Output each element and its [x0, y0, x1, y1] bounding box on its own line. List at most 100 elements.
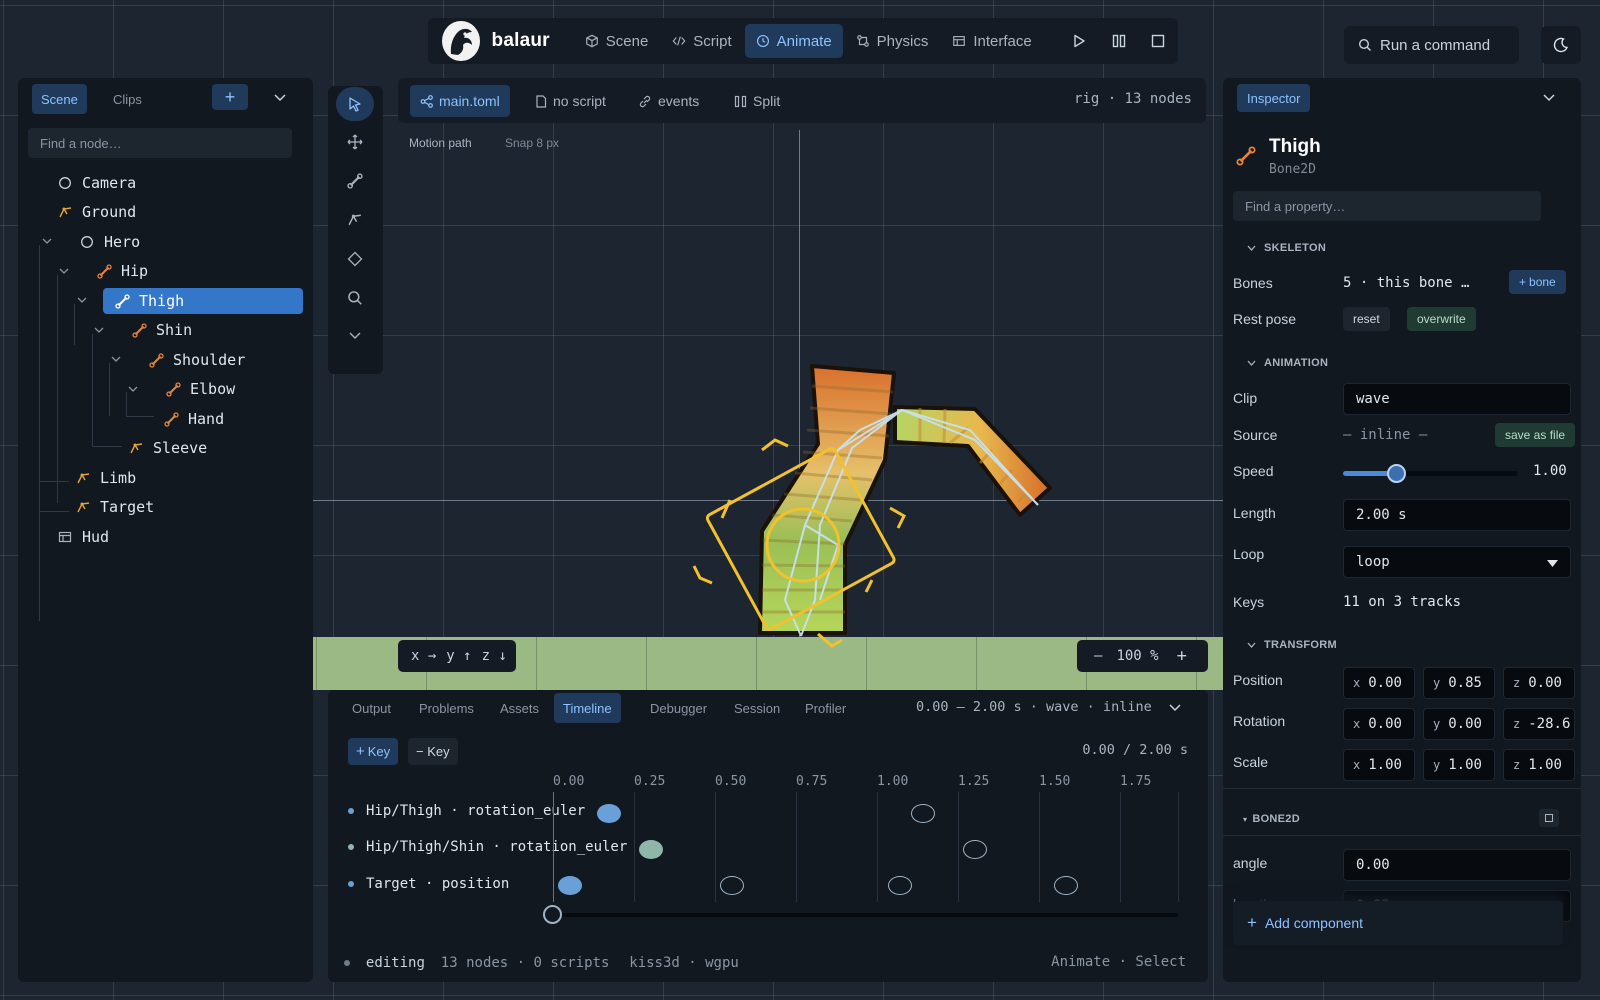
snap-setting[interactable]: Snap 8 px [505, 136, 559, 150]
component-menu-button[interactable] [1539, 809, 1559, 827]
select-tool[interactable] [336, 87, 374, 121]
track-row[interactable]: Hip/Thigh · rotation_euler [348, 803, 585, 819]
bone-tool[interactable] [336, 164, 374, 198]
tree-item-elbow[interactable]: Elbow [165, 376, 235, 402]
section-animation[interactable]: ANIMATION [1247, 357, 1328, 369]
scale-z-field[interactable]: z 1.00 [1503, 749, 1575, 781]
play-button[interactable] [1060, 24, 1099, 58]
tree-item-camera[interactable]: Camera [57, 170, 136, 196]
zoom-out-button[interactable]: – [1094, 648, 1102, 664]
scrub-track[interactable] [553, 913, 1178, 917]
tree-item-target[interactable]: Target [75, 494, 154, 520]
joint-tool[interactable] [336, 203, 374, 237]
track-row[interactable]: Hip/Thigh/Shin · rotation_euler [348, 839, 627, 855]
keyframe-marker[interactable] [720, 876, 744, 895]
keyframe-marker[interactable] [888, 876, 913, 895]
overwrite-button[interactable]: overwrite [1407, 307, 1476, 331]
tab-scene[interactable]: Scene [32, 84, 87, 114]
nav-tab-script[interactable]: Script [661, 24, 742, 58]
chevron-down-icon[interactable] [41, 235, 53, 247]
nav-tab-physics[interactable]: Physics [845, 24, 940, 58]
angle-field[interactable]: 0.00 [1343, 849, 1571, 881]
keyframe-marker[interactable] [639, 840, 663, 859]
tree-item-ground[interactable]: Ground [57, 199, 136, 225]
save-as-file-button[interactable]: save as file [1495, 423, 1576, 447]
move-tool[interactable] [336, 125, 374, 159]
position-x-field[interactable]: x 0.00 [1343, 667, 1415, 699]
position-z-field[interactable]: z 0.00 [1503, 667, 1575, 699]
chevron-down-icon[interactable] [274, 94, 286, 102]
section-skeleton[interactable]: SKELETON [1247, 242, 1326, 254]
zoom-in-button[interactable]: + [1177, 646, 1187, 666]
stop-button[interactable] [1139, 24, 1178, 58]
node-search-input[interactable]: Find a node… [28, 128, 292, 158]
keyframe-tool[interactable] [336, 242, 374, 276]
theme-toggle[interactable] [1541, 26, 1581, 64]
tree-item-hip[interactable]: Hip [96, 258, 148, 284]
tab-session[interactable]: Session [725, 693, 789, 723]
tree-item-thigh[interactable]: Thigh [103, 288, 303, 314]
section-transform[interactable]: TRANSFORM [1247, 639, 1337, 651]
nav-tab-animate[interactable]: Animate [744, 24, 843, 58]
tab-timeline[interactable]: Timeline [554, 693, 621, 723]
chevron-down-icon[interactable] [110, 353, 122, 365]
arm-limb[interactable] [893, 405, 1052, 517]
tree-item-hud[interactable]: Hud [57, 524, 109, 550]
rotation-x-field[interactable]: x 0.00 [1343, 708, 1415, 740]
tab-split[interactable]: Split [724, 85, 790, 117]
track-row[interactable]: Target · position [348, 876, 509, 892]
keyframe-marker[interactable] [963, 840, 987, 859]
nav-tab-interface[interactable]: Interface [941, 24, 1042, 58]
tree-item-shoulder[interactable]: Shoulder [148, 347, 245, 373]
tree-item-shin[interactable]: Shin [131, 317, 192, 343]
chevron-down-icon[interactable] [93, 324, 105, 336]
tree-item-limb[interactable]: Limb [75, 465, 136, 491]
tab-debugger[interactable]: Debugger [641, 693, 716, 723]
section-bone2d[interactable]: ▾ BONE2D [1243, 813, 1300, 825]
reset-button[interactable]: reset [1343, 307, 1390, 331]
zoom-tool[interactable] [336, 281, 374, 315]
keyframe-marker[interactable] [596, 804, 621, 823]
remove-key-button[interactable]: − Key [408, 738, 458, 765]
loop-select[interactable]: loop [1343, 546, 1571, 578]
length-field[interactable]: 2.00 s [1343, 499, 1571, 531]
rig-canvas[interactable] [680, 355, 1060, 665]
tab-events[interactable]: events [628, 85, 709, 117]
tab-profiler[interactable]: Profiler [796, 693, 855, 723]
property-search-input[interactable]: Find a property… [1233, 191, 1541, 221]
position-y-field[interactable]: y 0.85 [1423, 667, 1495, 699]
tab-inspector[interactable]: Inspector [1237, 84, 1311, 112]
scale-x-field[interactable]: x 1.00 [1343, 749, 1415, 781]
chevron-down-icon[interactable] [58, 265, 70, 277]
pause-button[interactable] [1099, 24, 1138, 58]
speed-slider[interactable] [1343, 464, 1518, 483]
rotation-y-field[interactable]: y 0.00 [1423, 708, 1495, 740]
add-bone-button[interactable]: + bone [1509, 270, 1566, 294]
nav-tab-scene[interactable]: Scene [574, 24, 660, 58]
tab-problems[interactable]: Problems [410, 693, 483, 723]
playhead-handle[interactable] [543, 905, 562, 924]
add-component-button[interactable]: + Add component [1233, 901, 1563, 945]
chevron-down-icon[interactable] [1169, 704, 1181, 712]
tab-clips[interactable]: Clips [104, 84, 151, 114]
keyframe-marker[interactable] [911, 804, 936, 823]
add-key-button[interactable]: + Key [348, 738, 399, 765]
tab-output[interactable]: Output [343, 693, 400, 723]
scale-y-field[interactable]: y 1.00 [1423, 749, 1495, 781]
command-palette-button[interactable]: Run a command [1344, 26, 1519, 64]
chevron-down-icon[interactable] [127, 383, 139, 395]
tab-no-script[interactable]: no script [525, 85, 616, 117]
clip-field[interactable]: wave [1343, 383, 1571, 415]
chevron-down-icon[interactable] [1543, 94, 1555, 102]
tree-item-sleeve[interactable]: Sleeve [128, 435, 207, 461]
keyframe-marker[interactable] [1053, 876, 1078, 895]
speed-slider-knob[interactable] [1387, 464, 1407, 483]
more-tools-button[interactable] [336, 319, 374, 353]
add-node-button[interactable]: + [212, 84, 248, 110]
leg-limb[interactable] [758, 364, 896, 635]
tree-item-hero[interactable]: Hero [79, 229, 140, 255]
motion-path-toggle[interactable]: Motion path [409, 136, 472, 150]
tab-main-toml[interactable]: main.toml [410, 85, 510, 117]
keyframe-marker[interactable] [558, 876, 582, 895]
rotation-z-field[interactable]: z -28.6 [1503, 708, 1575, 740]
